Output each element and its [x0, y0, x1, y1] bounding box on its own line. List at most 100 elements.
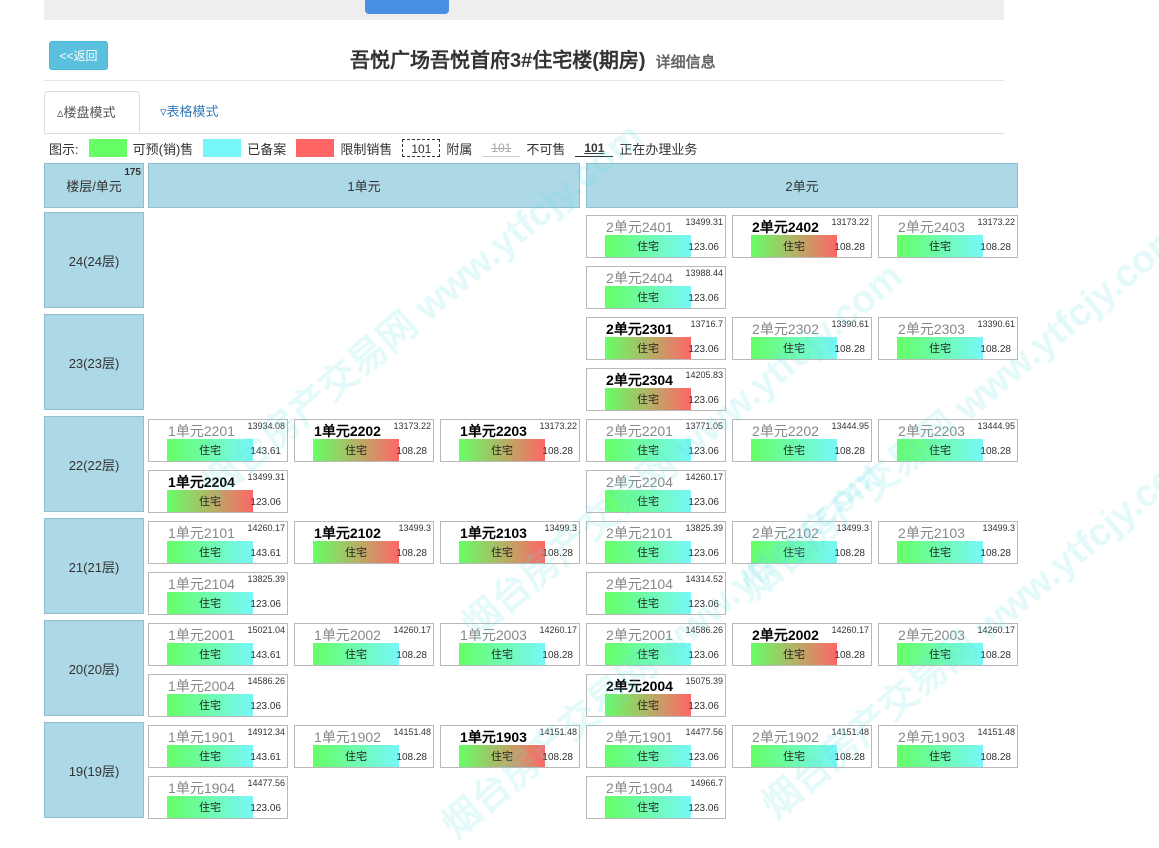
- room-number: 1单元2104: [168, 576, 235, 592]
- room-price: 14260.17: [685, 472, 723, 482]
- room-cell[interactable]: 1单元2001 15021.04 住宅 143.61: [148, 623, 288, 666]
- room-area: 123.06: [688, 242, 719, 253]
- legend-swatch-not-for-sale: 101: [482, 139, 521, 157]
- room-cell[interactable]: 1单元1904 14477.56 住宅 123.06: [148, 776, 288, 819]
- room-cell[interactable]: 2单元2104 14314.52 住宅 123.06: [586, 572, 726, 615]
- room-type-bar: 住宅: [897, 541, 983, 563]
- room-price: 13173.22: [831, 217, 869, 227]
- legend-restricted-label: 限制销售: [340, 141, 393, 157]
- legend-swatch-presale: [88, 139, 127, 157]
- room-type-bar: 住宅: [605, 235, 691, 257]
- legend-swatch-filed: [203, 139, 242, 157]
- room-price: 14151.48: [831, 727, 869, 737]
- room-cell[interactable]: 1单元2202 13173.22 住宅 108.28: [294, 419, 434, 462]
- room-type-bar: 住宅: [605, 592, 691, 614]
- room-cell[interactable]: 1单元2101 14260.17 住宅 143.61: [148, 521, 288, 564]
- room-number: 2单元2402: [752, 219, 819, 235]
- room-cell[interactable]: 2单元2003 14260.17 住宅 108.28: [878, 623, 1018, 666]
- room-cell[interactable]: 2单元2401 13499.31 住宅 123.06: [586, 215, 726, 258]
- room-area: 123.06: [688, 446, 719, 457]
- floor-label: 23(23层): [44, 314, 144, 410]
- room-cell[interactable]: 2单元2402 13173.22 住宅 108.28: [732, 215, 872, 258]
- room-cell[interactable]: 2单元1901 14477.56 住宅 123.06: [586, 725, 726, 768]
- room-area: 108.28: [396, 650, 427, 661]
- room-cell[interactable]: 1单元2102 13499.3 住宅 108.28: [294, 521, 434, 564]
- room-cell[interactable]: 2单元1902 14151.48 住宅 108.28: [732, 725, 872, 768]
- room-area: 123.06: [250, 599, 281, 610]
- room-cell[interactable]: 2单元2002 14260.17 住宅 108.28: [732, 623, 872, 666]
- room-cell[interactable]: 2单元2204 14260.17 住宅 123.06: [586, 470, 726, 513]
- floor-label: 24(24层): [44, 212, 144, 308]
- room-type-bar: 住宅: [897, 337, 983, 359]
- room-cell[interactable]: 2单元2303 13390.61 住宅 108.28: [878, 317, 1018, 360]
- room-price: 14477.56: [685, 727, 723, 737]
- top-nav-active-item[interactable]: [365, 0, 449, 14]
- unit2-header: 2单元: [586, 163, 1018, 208]
- room-cell[interactable]: 2单元2403 13173.22 住宅 108.28: [878, 215, 1018, 258]
- room-price: 13499.31: [247, 472, 285, 482]
- room-cell[interactable]: 2单元2103 13499.3 住宅 108.28: [878, 521, 1018, 564]
- room-area: 123.06: [688, 344, 719, 355]
- room-price: 13825.39: [685, 523, 723, 533]
- building-title: 吾悦广场吾悦首府3#住宅楼(期房): [350, 50, 646, 72]
- room-cell[interactable]: 1单元2002 14260.17 住宅 108.28: [294, 623, 434, 666]
- room-area: 123.06: [688, 650, 719, 661]
- room-area: 108.28: [980, 344, 1011, 355]
- room-price: 13444.95: [977, 421, 1015, 431]
- tab-table-mode[interactable]: ▿表格模式: [148, 91, 231, 133]
- room-type-bar: 住宅: [605, 337, 691, 359]
- room-cell[interactable]: 2单元2202 13444.95 住宅 108.28: [732, 419, 872, 462]
- room-cell[interactable]: 1单元2204 13499.31 住宅 123.06: [148, 470, 288, 513]
- room-cell[interactable]: 2单元2201 13771.05 住宅 123.06: [586, 419, 726, 462]
- room-type-bar: 住宅: [751, 745, 837, 767]
- tab-building-mode[interactable]: ▵楼盘模式: [44, 91, 140, 133]
- room-number: 2单元2202: [752, 423, 819, 439]
- room-price: 13499.3: [836, 523, 869, 533]
- room-type-bar: 住宅: [313, 541, 399, 563]
- back-button[interactable]: <<返回: [49, 41, 108, 70]
- room-cell[interactable]: 2单元2302 13390.61 住宅 108.28: [732, 317, 872, 360]
- room-cell[interactable]: 2单元2101 13825.39 住宅 123.06: [586, 521, 726, 564]
- room-number: 2单元2304: [606, 372, 673, 388]
- room-cell[interactable]: 1单元1901 14912.34 住宅 143.61: [148, 725, 288, 768]
- room-number: 2单元2002: [752, 627, 819, 643]
- floor-label: 19(19层): [44, 722, 144, 818]
- room-number: 2单元2101: [606, 525, 673, 541]
- room-type-bar: 住宅: [167, 439, 253, 461]
- room-cell[interactable]: 1单元2203 13173.22 住宅 108.28: [440, 419, 580, 462]
- room-cell[interactable]: 1单元1903 14151.48 住宅 108.28: [440, 725, 580, 768]
- room-cell[interactable]: 2单元1903 14151.48 住宅 108.28: [878, 725, 1018, 768]
- room-cell[interactable]: 2单元2304 14205.83 住宅 123.06: [586, 368, 726, 411]
- room-price: 14260.17: [831, 625, 869, 635]
- room-cell[interactable]: 2单元2001 14586.26 住宅 123.06: [586, 623, 726, 666]
- legend-not-for-sale-label: 不可售: [526, 141, 566, 157]
- room-type-bar: 住宅: [459, 439, 545, 461]
- room-area: 123.06: [688, 548, 719, 559]
- room-price: 14260.17: [247, 523, 285, 533]
- room-cell[interactable]: 2单元2102 13499.3 住宅 108.28: [732, 521, 872, 564]
- room-type-bar: 住宅: [167, 592, 253, 614]
- room-number: 2单元2301: [606, 321, 673, 337]
- room-cell[interactable]: 1单元1902 14151.48 住宅 108.28: [294, 725, 434, 768]
- room-number: 2单元2004: [606, 678, 673, 694]
- room-cell[interactable]: 1单元2201 13934.08 住宅 143.61: [148, 419, 288, 462]
- room-price: 14151.48: [393, 727, 431, 737]
- room-number: 2单元1902: [752, 729, 819, 745]
- room-cell[interactable]: 1单元2004 14586.26 住宅 123.06: [148, 674, 288, 717]
- room-cell[interactable]: 2单元1904 14966.7 住宅 123.06: [586, 776, 726, 819]
- room-cell[interactable]: 2单元2004 15075.39 住宅 123.06: [586, 674, 726, 717]
- legend-in-process-label: 正在办理业务: [619, 141, 698, 157]
- room-cell[interactable]: 1单元2003 14260.17 住宅 108.28: [440, 623, 580, 666]
- room-cell[interactable]: 1单元2104 13825.39 住宅 123.06: [148, 572, 288, 615]
- legend-presale-label: 可预(销)售: [132, 141, 194, 157]
- room-cell[interactable]: 2单元2203 13444.95 住宅 108.28: [878, 419, 1018, 462]
- room-area: 143.61: [250, 752, 281, 763]
- room-area: 123.06: [688, 803, 719, 814]
- room-area: 108.28: [980, 548, 1011, 559]
- room-type-bar: 住宅: [313, 745, 399, 767]
- legend-swatch-attached: 101: [402, 139, 441, 157]
- room-cell[interactable]: 2单元2404 13988.44 住宅 123.06: [586, 266, 726, 309]
- room-cell[interactable]: 1单元2103 13499.3 住宅 108.28: [440, 521, 580, 564]
- room-cell[interactable]: 2单元2301 13716.7 住宅 123.06: [586, 317, 726, 360]
- room-area: 108.28: [980, 242, 1011, 253]
